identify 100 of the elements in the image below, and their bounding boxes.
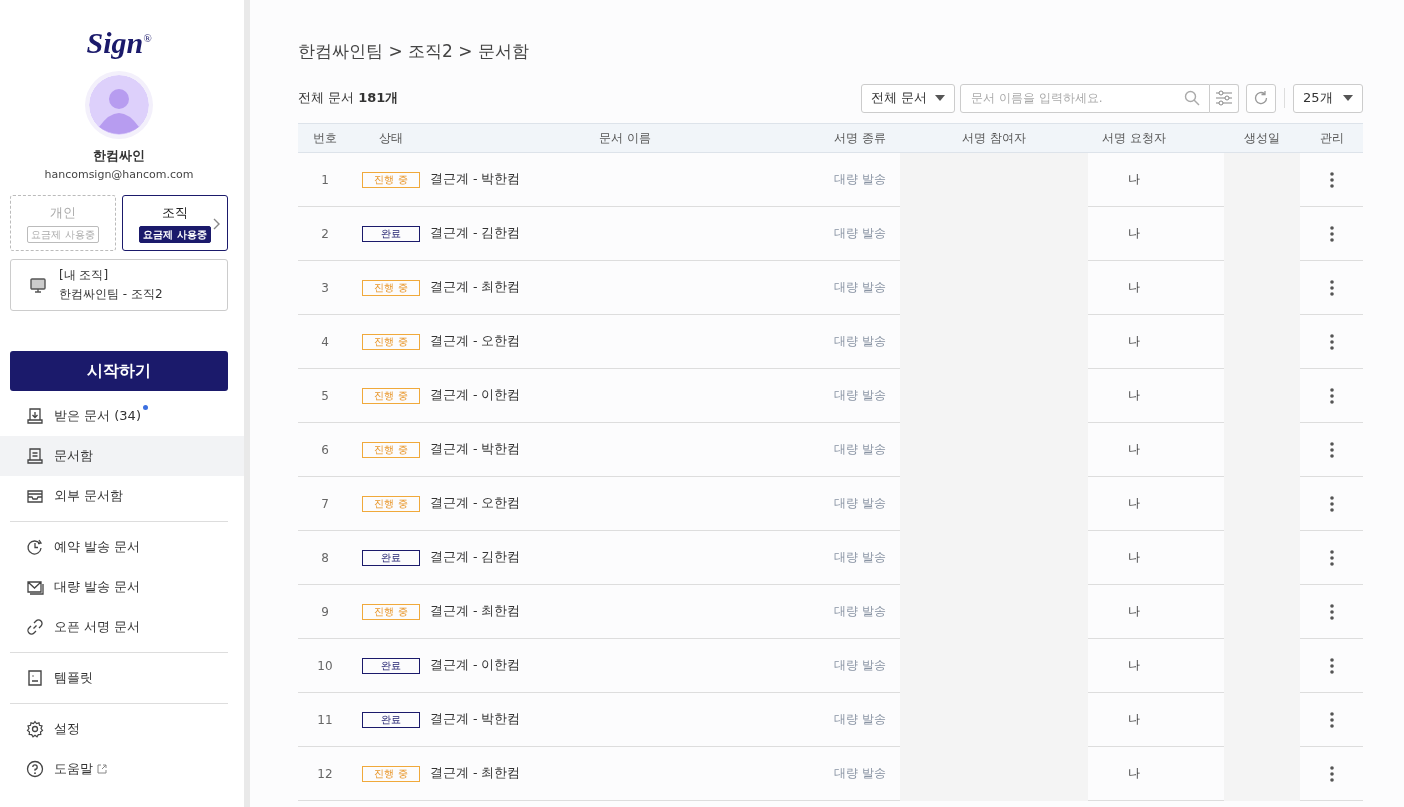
- nav-item[interactable]: 받은 문서 (34): [0, 396, 244, 436]
- nav-item[interactable]: 설정: [0, 709, 244, 749]
- table-cell: 결근계 - 오한컴: [430, 477, 820, 531]
- page-size-dropdown[interactable]: 25개: [1293, 83, 1363, 113]
- table-cell: 4: [298, 315, 352, 369]
- table-cell: 10: [298, 639, 352, 693]
- plan-badge: 요금제 사용중: [27, 225, 99, 243]
- mail-icon: [26, 578, 44, 596]
- column-header: 서명 참여자: [900, 123, 1088, 153]
- table-cell: 결근계 - 최한컴: [430, 747, 820, 801]
- plan-label: 개인: [50, 203, 76, 222]
- status-badge: 진행 중: [362, 333, 420, 350]
- link-icon: [26, 618, 44, 636]
- organization-card[interactable]: [내 조직] 한컴싸인팀 - 조직2: [10, 259, 228, 311]
- table-cell: 나: [1088, 585, 1180, 639]
- table-cell: 결근계 - 박한컴: [430, 423, 820, 477]
- more-icon: [1329, 495, 1334, 512]
- table-cell: 결근계 - 김한컴: [430, 531, 820, 585]
- column-header: 상태: [352, 123, 430, 153]
- nav-item[interactable]: 도움말: [0, 749, 244, 789]
- status-badge: 진행 중: [362, 171, 420, 188]
- user-email: hancomsign@hancom.com: [43, 168, 195, 181]
- nav-label: 문서함: [54, 447, 93, 465]
- organization-caption: [내 조직]: [59, 267, 110, 284]
- nav-label: 오픈 서명 문서: [54, 618, 141, 636]
- table-cell: 2: [298, 207, 352, 261]
- status-badge: 진행 중: [362, 495, 420, 512]
- table-cell: 결근계 - 이한컴: [430, 639, 820, 693]
- table-cell: 나: [1088, 423, 1180, 477]
- nav-item[interactable]: 예약 발송 문서: [0, 527, 244, 567]
- table-cell: 나: [1088, 747, 1180, 801]
- more-icon: [1329, 225, 1334, 242]
- refresh-button[interactable]: [1246, 83, 1276, 113]
- more-icon: [1329, 711, 1334, 728]
- tray-download-icon: [26, 407, 44, 425]
- column-header: 생성일: [1224, 123, 1300, 153]
- start-button[interactable]: 시작하기: [10, 351, 228, 391]
- nav-label: 외부 문서함: [54, 487, 124, 505]
- column-header: 서명 요청자: [1088, 123, 1180, 153]
- document-count: 전체 문서 181개: [298, 89, 400, 107]
- document-icon: [26, 447, 44, 465]
- caret-icon: [1343, 95, 1353, 101]
- template-icon: [26, 669, 44, 687]
- more-icon: [1329, 279, 1334, 296]
- settings-icon: [26, 720, 44, 738]
- more-icon: [1329, 549, 1334, 566]
- more-icon: [1329, 387, 1334, 404]
- nav-item[interactable]: 템플릿: [0, 658, 244, 698]
- table-cell: 6: [298, 423, 352, 477]
- table-cell: 나: [1088, 639, 1180, 693]
- status-badge: 완료: [362, 657, 420, 674]
- chevron-icon: [213, 218, 221, 230]
- logo: Sign$^{®}$: [85, 25, 153, 61]
- user-name: 한컴싸인: [92, 147, 146, 165]
- more-icon: [1329, 603, 1334, 620]
- nav-label: 템플릿: [54, 669, 93, 687]
- nav-label: 도움말: [54, 760, 93, 778]
- status-badge: 완료: [362, 549, 420, 566]
- table-cell: 9: [298, 585, 352, 639]
- table-cell: 나: [1088, 207, 1180, 261]
- help-icon: [26, 760, 44, 778]
- column-header: 번호: [298, 123, 352, 153]
- table-cell: 결근계 - 최한컴: [430, 585, 820, 639]
- more-icon: [1329, 657, 1334, 674]
- table-cell: 결근계 - 최한컴: [430, 261, 820, 315]
- nav-item[interactable]: 문서함: [0, 436, 244, 476]
- nav-item[interactable]: 외부 문서함: [0, 476, 244, 516]
- search-field[interactable]: 문서 이름을 입력하세요.: [960, 83, 1210, 113]
- plan-card[interactable]: 조직 요금제 사용중: [122, 195, 228, 251]
- status-badge: 완료: [362, 711, 420, 728]
- status-badge: 진행 중: [362, 387, 420, 404]
- table-cell: 결근계 - 이한컴: [430, 369, 820, 423]
- column-header: 문서 이름: [430, 123, 820, 153]
- organization-name: 한컴싸인팀 - 조직2: [59, 286, 163, 303]
- more-icon: [1329, 333, 1334, 350]
- filter-dropdown[interactable]: 전체 문서: [860, 83, 955, 113]
- inbox-icon: [26, 487, 44, 505]
- table-cell: 나: [1088, 153, 1180, 207]
- table-cell: 7: [298, 477, 352, 531]
- plan-label: 조직: [162, 203, 188, 222]
- status-badge: 진행 중: [362, 765, 420, 782]
- table-cell: 결근계 - 박한컴: [430, 153, 820, 207]
- nav-item[interactable]: 오픈 서명 문서: [0, 607, 244, 647]
- table-cell: 1: [298, 153, 352, 207]
- nav-item[interactable]: 대량 발송 문서: [0, 567, 244, 607]
- status-badge: 완료: [362, 225, 420, 242]
- status-badge: 진행 중: [362, 441, 420, 458]
- status-badge: 진행 중: [362, 279, 420, 296]
- table-cell: 나: [1088, 693, 1180, 747]
- table-cell: 나: [1088, 261, 1180, 315]
- table-cell: 결근계 - 오한컴: [430, 315, 820, 369]
- refresh-icon: [1253, 90, 1269, 106]
- sliders-icon: [1215, 90, 1233, 106]
- monitor-icon: [29, 276, 47, 294]
- table-cell: 3: [298, 261, 352, 315]
- table-cell: 8: [298, 531, 352, 585]
- table-cell: 나: [1088, 477, 1180, 531]
- search-icon: [1184, 89, 1200, 106]
- nav-label: 받은 문서 (34): [54, 407, 141, 425]
- table-cell: 나: [1088, 315, 1180, 369]
